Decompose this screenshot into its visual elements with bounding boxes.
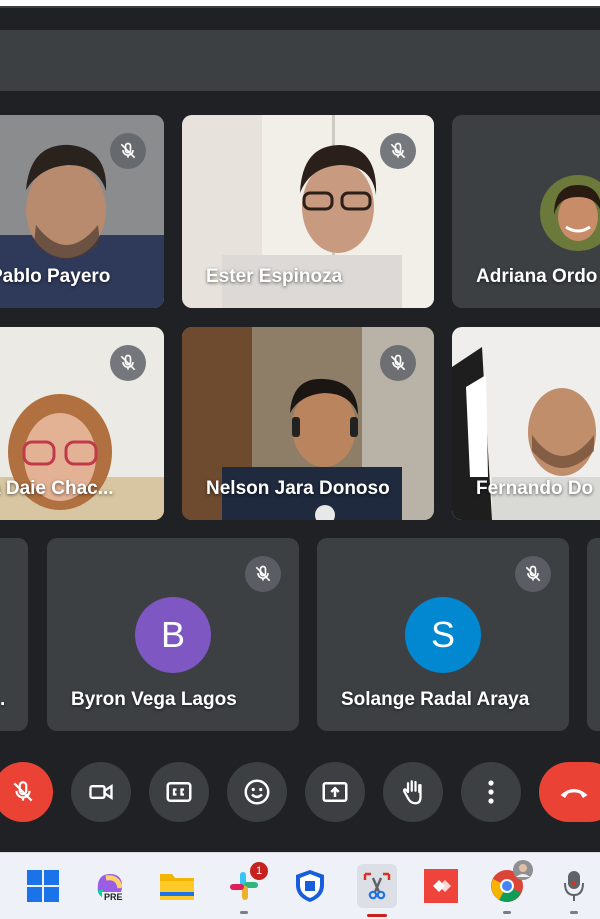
captions-button[interactable] [149, 762, 209, 822]
raise-hand-button[interactable] [383, 762, 443, 822]
captions-icon [166, 782, 192, 802]
participant-tile-nelson[interactable]: Nelson Jara Donoso [182, 327, 434, 520]
participant-name: Ester Espinoza [206, 266, 343, 287]
participant-tile-byron[interactable]: B Byron Vega Lagos [47, 538, 299, 731]
participant-name: Adriana Ordo [476, 266, 598, 287]
participant-tile-daie[interactable]: a Daie Chac... [0, 327, 164, 520]
hand-icon [402, 780, 422, 805]
end-call-icon [560, 789, 588, 798]
snipping-tool-app[interactable] [357, 864, 397, 917]
participant-name: Solange Radal Araya [341, 689, 530, 710]
camera-toggle-button[interactable] [71, 762, 131, 822]
folder-icon [160, 874, 194, 900]
start-button[interactable] [25, 868, 61, 904]
muted-indicator [380, 345, 416, 381]
mic-off-icon [390, 142, 406, 159]
camera-icon [89, 783, 113, 801]
mic-app[interactable] [556, 868, 592, 914]
participant-tile-pablo[interactable]: Pablo Payero [0, 115, 164, 308]
anydesk-icon [424, 869, 458, 903]
mic-off-icon [120, 354, 136, 371]
scissors-icon [363, 872, 391, 900]
mic-off-icon [525, 565, 541, 582]
bitwarden-app[interactable] [292, 868, 328, 904]
present-icon [322, 782, 348, 802]
copilot-app[interactable]: PRE [92, 868, 128, 904]
mic-off-icon [13, 781, 33, 802]
muted-indicator [380, 133, 416, 169]
participant-tile-adriana[interactable]: Adriana Ordo [452, 115, 600, 308]
reactions-button[interactable] [227, 762, 287, 822]
mic-toggle-button[interactable] [0, 762, 53, 822]
windows-icon [27, 870, 59, 902]
participant-name: Fernando Do [476, 478, 594, 499]
emoji-icon [244, 779, 270, 805]
avatar [540, 175, 600, 251]
avatar-initial: S [405, 597, 481, 673]
avatar-initial: B [135, 597, 211, 673]
leave-call-button[interactable] [539, 762, 600, 822]
profile-avatar-icon [513, 860, 533, 880]
slack-app[interactable]: 1 [226, 862, 268, 914]
muted-indicator [245, 556, 281, 592]
taskbar: PRE 1 [0, 852, 600, 919]
muted-indicator [515, 556, 551, 592]
active-indicator [367, 914, 387, 917]
file-explorer-app[interactable] [159, 868, 195, 904]
participant-name: Byron Vega Lagos [71, 689, 237, 710]
participant-tile-fernando[interactable]: Fernando Do [452, 327, 600, 520]
participant-tile-partial-right[interactable] [587, 538, 600, 731]
running-indicator [503, 911, 511, 914]
shield-icon [296, 870, 324, 902]
mic-off-icon [120, 142, 136, 159]
notification-badge: 1 [250, 862, 268, 880]
mic-off-icon [255, 565, 271, 582]
participant-name: . [0, 689, 6, 710]
more-options-button[interactable] [461, 762, 521, 822]
present-button[interactable] [305, 762, 365, 822]
participant-tile-ester[interactable]: Ester Espinoza [182, 115, 434, 308]
muted-indicator [110, 345, 146, 381]
participant-name: a Daie Chac... [0, 478, 114, 499]
participant-name: Pablo Payero [0, 266, 111, 287]
participant-tile-solange[interactable]: S Solange Radal Araya [317, 538, 569, 731]
more-icon [488, 780, 494, 804]
chrome-app[interactable] [489, 860, 533, 914]
microphone-icon [564, 871, 584, 901]
mic-off-icon [390, 354, 406, 371]
presentation-banner [0, 30, 600, 91]
running-indicator [240, 911, 248, 914]
anydesk-app[interactable] [423, 868, 459, 904]
participant-name: Nelson Jara Donoso [206, 478, 390, 499]
top-divider [0, 6, 600, 8]
running-indicator [570, 911, 578, 914]
muted-indicator [110, 133, 146, 169]
preview-label: PRE [102, 892, 125, 902]
participant-tile-partial[interactable]: . [0, 538, 28, 731]
